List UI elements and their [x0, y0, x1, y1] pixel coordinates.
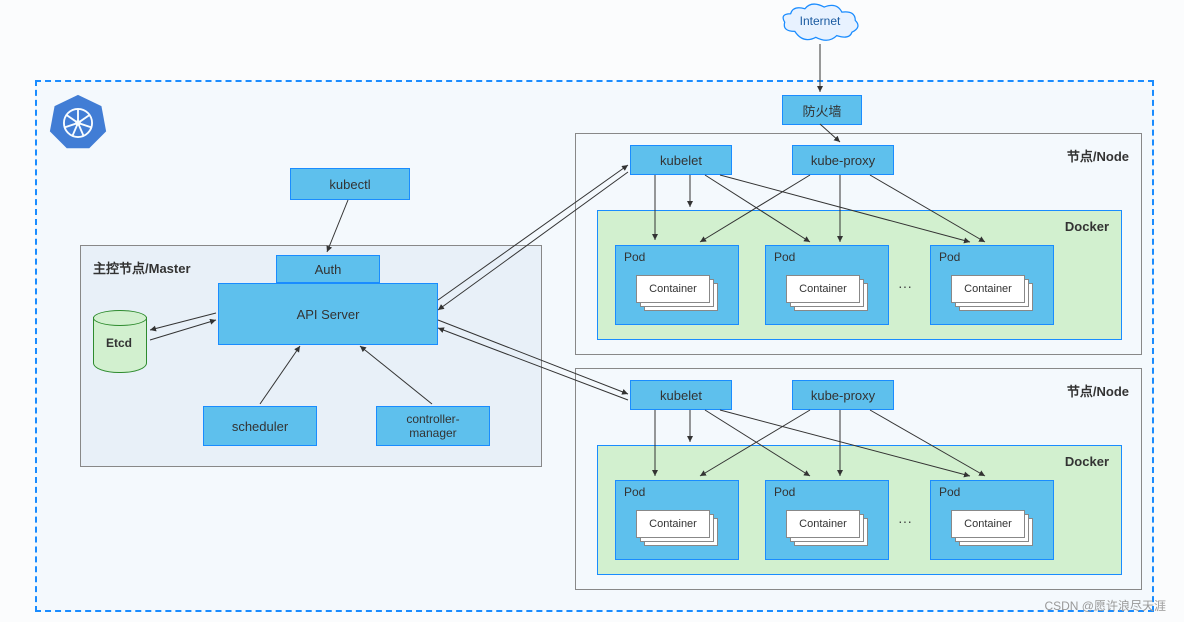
node-1-kube-proxy-label: kube-proxy — [811, 153, 875, 168]
controller-manager-box: controller- manager — [376, 406, 490, 446]
watermark: CSDN @愿许浪尽天涯 — [1044, 597, 1166, 614]
node-2-dots: ··· — [898, 513, 912, 529]
node-2-title: 节点/Node — [1067, 381, 1129, 400]
kubernetes-architecture-diagram: Internet 防火墙 kubectl 主控节点/Master Etcd Au… — [0, 0, 1184, 622]
node-2-kube-proxy: kube-proxy — [792, 380, 894, 410]
auth-label: Auth — [315, 262, 342, 277]
internet-cloud: Internet — [775, 2, 865, 44]
node-1-dots: ··· — [898, 278, 912, 294]
node-1-kube-proxy: kube-proxy — [792, 145, 894, 175]
internet-label: Internet — [775, 14, 865, 28]
node-1-docker-label: Docker — [1065, 219, 1109, 234]
api-server-label: API Server — [297, 307, 360, 322]
kubectl-label: kubectl — [329, 177, 370, 192]
node-2-kubelet: kubelet — [630, 380, 732, 410]
firewall-label: 防火墙 — [802, 101, 841, 120]
scheduler-label: scheduler — [232, 419, 288, 434]
etcd-cylinder: Etcd — [93, 310, 145, 375]
node-2-kube-proxy-label: kube-proxy — [811, 388, 875, 403]
scheduler-box: scheduler — [203, 406, 317, 446]
auth-box: Auth — [276, 255, 380, 283]
node-2-kubelet-label: kubelet — [660, 388, 702, 403]
node-1-title: 节点/Node — [1067, 146, 1129, 165]
node-2-docker-label: Docker — [1065, 454, 1109, 469]
node-1-kubelet-label: kubelet — [660, 153, 702, 168]
api-server-box: API Server — [218, 283, 438, 345]
etcd-label: Etcd — [93, 336, 145, 350]
controller-manager-label: controller- manager — [406, 412, 459, 441]
firewall-box: 防火墙 — [782, 95, 862, 125]
master-title: 主控节点/Master — [93, 258, 191, 277]
node-1-kubelet: kubelet — [630, 145, 732, 175]
kubectl-box: kubectl — [290, 168, 410, 200]
